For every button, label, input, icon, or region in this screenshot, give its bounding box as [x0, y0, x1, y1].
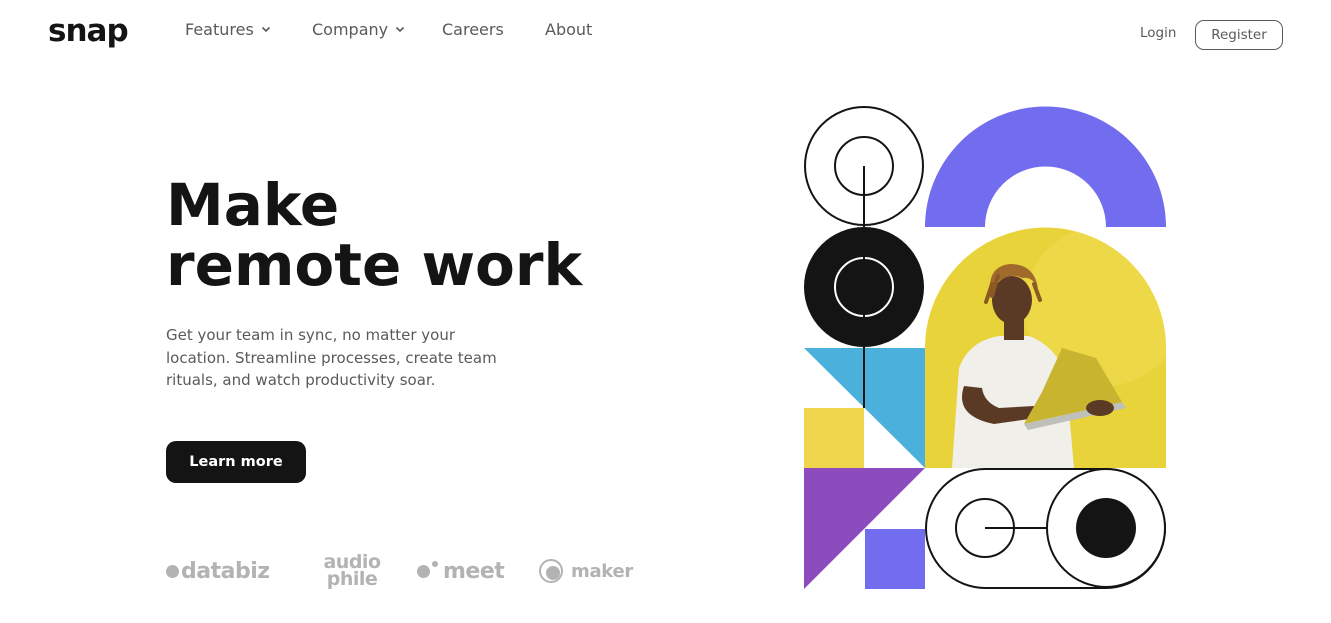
meet-logo: meet — [417, 550, 505, 592]
maker-text: maker — [571, 560, 633, 582]
headline-line-2: remote work — [166, 231, 583, 299]
nav-company-label: Company — [312, 19, 389, 39]
person-with-laptop-photo — [925, 227, 1166, 468]
violet-arch-shape — [925, 106, 1166, 227]
learn-more-button[interactable]: Learn more — [166, 441, 306, 483]
hero-illustration — [804, 106, 1166, 589]
landing-page: snap Features Company Careers About Logi… — [0, 0, 1331, 623]
nav-features-label: Features — [185, 19, 254, 39]
nav-about[interactable]: About — [545, 18, 592, 40]
maker-logo: maker — [539, 550, 633, 592]
hero-subtitle: Get your team in sync, no matter your lo… — [166, 326, 497, 389]
audiophile-text-line-2: phile — [326, 568, 378, 590]
snap-logo[interactable]: snap — [48, 13, 129, 49]
nav-about-label: About — [545, 19, 593, 39]
maker-mark-icon — [539, 559, 563, 583]
nav-features[interactable]: Features — [185, 18, 272, 40]
chevron-down-icon — [396, 26, 405, 33]
audiophile-logo: audio phile — [312, 550, 392, 592]
violet-square-shape — [865, 529, 925, 589]
login-link[interactable]: Login — [1140, 25, 1176, 41]
databiz-dot-icon — [166, 564, 179, 578]
databiz-logo: databiz — [166, 550, 270, 592]
meet-dots-icon — [417, 559, 439, 583]
pill-toggle-shape — [925, 468, 1166, 589]
databiz-text: databiz — [181, 558, 270, 584]
meet-text: meet — [443, 558, 505, 584]
nav-careers[interactable]: Careers — [442, 18, 504, 40]
chevron-down-icon — [261, 26, 270, 33]
nav-careers-label: Careers — [442, 19, 504, 39]
register-button[interactable]: Register — [1195, 20, 1283, 50]
headline-line-1: Make — [166, 171, 340, 239]
mustard-square-shape — [804, 408, 864, 468]
hero-headline: Make remote work — [166, 175, 582, 295]
nav-company[interactable]: Company — [312, 18, 406, 40]
